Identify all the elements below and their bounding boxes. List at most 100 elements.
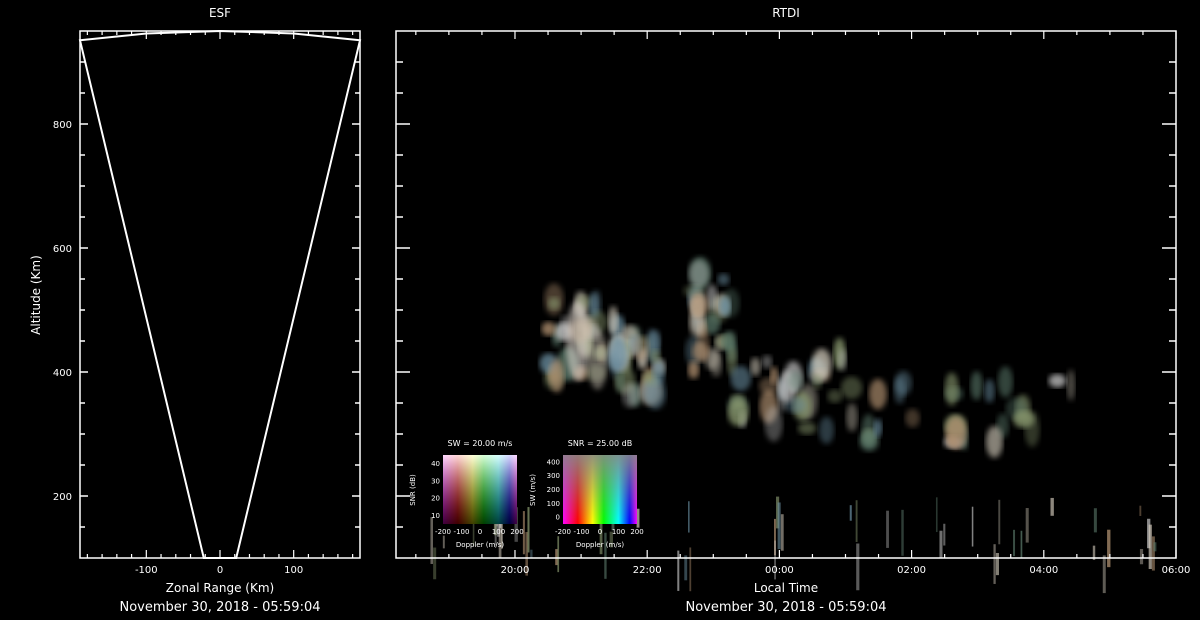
rtdi-echo-blob — [652, 359, 665, 386]
esf-xlabel: Zonal Range (Km) — [166, 581, 274, 595]
esf-xtick-label: 0 — [217, 565, 223, 576]
rtdi-xtick-label: 20:00 — [501, 565, 530, 576]
rtdi-echo-blob — [688, 260, 709, 288]
rtdi-echo-blob — [541, 321, 556, 336]
rtdi-echo-streak — [684, 555, 688, 581]
rtdi-echo-streak — [856, 543, 860, 591]
rtdi-echo-streak — [1020, 530, 1023, 559]
rtdi-echo-blob — [549, 358, 565, 393]
rtdi-echo-blob — [1012, 410, 1035, 429]
rtdi-xlabel: Local Time — [754, 581, 818, 595]
rtdi-echo-blob — [717, 273, 730, 286]
legend-sw-colormap: SW = 20.00 m/s -200 -100 0 100 200 10 20 30 40 S… — [409, 439, 524, 549]
rtdi-echo-blob — [984, 379, 995, 403]
legend-xtick-label: 200 — [510, 528, 523, 536]
legend-ytick-label: 40 — [431, 460, 440, 468]
rtdi-xtick-label: 00:00 — [765, 565, 794, 576]
rtdi-echo-blob — [868, 378, 887, 410]
rtdi-echo-streak — [530, 549, 533, 558]
rtdi-echo-streak — [689, 547, 692, 592]
rtdi-echo-streak — [993, 544, 996, 584]
rtdi-echo-blob — [944, 372, 959, 406]
rtdi-echo-blob — [846, 403, 858, 432]
legend-xtick-label: -200 — [555, 528, 571, 536]
rtdi-echo-streak — [599, 521, 603, 555]
rtdi-echo-streak — [442, 535, 445, 549]
esf-xtick-label: 100 — [284, 565, 303, 576]
rtdi-echo-blob — [722, 330, 737, 352]
rtdi-echo-blob — [588, 293, 599, 317]
rtdi-echo-blob — [750, 357, 761, 377]
rtdi-echo-blob — [547, 297, 561, 310]
rtdi-echo-blob — [827, 389, 843, 404]
legend-ytick-label: 100 — [547, 500, 560, 508]
esf-ytick-label: 400 — [53, 368, 72, 379]
legend-ytick-label: 400 — [547, 458, 560, 466]
rtdi-echo-blob — [764, 406, 783, 442]
rtdi-echo-streak — [1107, 529, 1111, 568]
legend-snr-colormap: SNR = 25.00 dB -200 -100 0 100 200 0 100 200 300… — [529, 439, 644, 549]
rtdi-echo-streak — [849, 505, 852, 521]
rtdi-echo-blob — [649, 349, 661, 363]
rtdi-echo-blob — [997, 366, 1013, 398]
rtdi-echo-blob — [894, 370, 912, 396]
rtdi-echo-blob — [811, 348, 832, 380]
legend-ytick-label: 10 — [431, 512, 440, 520]
rtdi-echo-streak — [1013, 529, 1016, 557]
legend-xtick-label: -200 — [435, 528, 451, 536]
rtdi-echo-streak — [1148, 524, 1152, 570]
rtdi-echo-streak — [939, 530, 943, 558]
rtdi-title: RTDI — [772, 6, 800, 20]
legend-xtick-label: -100 — [574, 528, 590, 536]
rtdi-echo-streak — [677, 550, 680, 591]
rtdi-xtick-label: 06:00 — [1162, 565, 1191, 576]
legend-ytick-label: 300 — [547, 472, 560, 480]
rtdi-echo-layer — [430, 256, 1157, 594]
legend-xtick-label: 0 — [478, 528, 482, 536]
rtdi-echo-streak — [995, 553, 999, 576]
rtdi-plume-core — [587, 329, 608, 390]
legend-xtick-label: 200 — [630, 528, 643, 536]
legend-sw-xlabel: Doppler (m/s) — [456, 541, 504, 549]
rtdi-echo-blob — [1066, 369, 1076, 401]
rtdi-echo-streak — [855, 500, 858, 542]
figure: ESF 200400600800-100 0 100 Zonal Range (Km… — [29, 6, 1191, 615]
rtdi-echo-streak — [780, 514, 784, 551]
rtdi-echo-streak — [935, 497, 938, 533]
rtdi-echo-blob — [818, 416, 835, 444]
legend-ytick-label: 0 — [556, 514, 560, 522]
rtdi-echo-streak — [527, 507, 530, 553]
legend-ytick-label: 20 — [431, 495, 440, 503]
rtdi-xtick-label: 22:00 — [633, 565, 662, 576]
legend-ytick-label: 200 — [547, 486, 560, 494]
rtdi-echo-streak — [557, 536, 560, 573]
esf-xtick-label: -100 — [135, 565, 158, 576]
rtdi-echo-streak — [943, 523, 946, 546]
rtdi-echo-streak — [1151, 536, 1155, 571]
rtdi-echo-blob — [638, 380, 660, 404]
rtdi-echo-blob — [727, 398, 749, 427]
legend-snr-ylabel: SW (m/s) — [529, 474, 537, 506]
legend-xtick-label: 100 — [612, 528, 625, 536]
rtdi-echo-streak — [1025, 508, 1029, 543]
esf-ytick-label: 600 — [53, 244, 72, 255]
rtdi-echo-streak — [971, 506, 974, 547]
legend-sw-dark-overlay — [443, 455, 517, 524]
rtdi-echo-blob — [650, 330, 662, 352]
esf-panel: ESF 200 400 600 800 -100 0 100 Zonal Range (Km… — [29, 6, 362, 615]
rtdi-echo-blob — [761, 354, 773, 369]
legend-snr-title: SNR = 25.00 dB — [568, 439, 632, 448]
esf-title: ESF — [209, 6, 231, 20]
legend-xtick-label: -100 — [454, 528, 470, 536]
rtdi-echo-blob — [621, 382, 639, 408]
rtdi-echo-streak — [433, 547, 437, 580]
rtdi-echo-streak — [430, 517, 434, 564]
rtdi-echo-blob — [947, 434, 957, 448]
esf-axes-frame — [79, 30, 361, 559]
rtdi-xtick-label: 02:00 — [897, 565, 926, 576]
rtdi-echo-streak — [998, 499, 1001, 545]
rtdi-echo-blob — [797, 422, 817, 435]
rtdi-echo-streak — [1102, 555, 1106, 594]
rtdi-echo-streak — [555, 549, 558, 566]
esf-timestamp: November 30, 2018 - 05:59:04 — [120, 600, 321, 615]
